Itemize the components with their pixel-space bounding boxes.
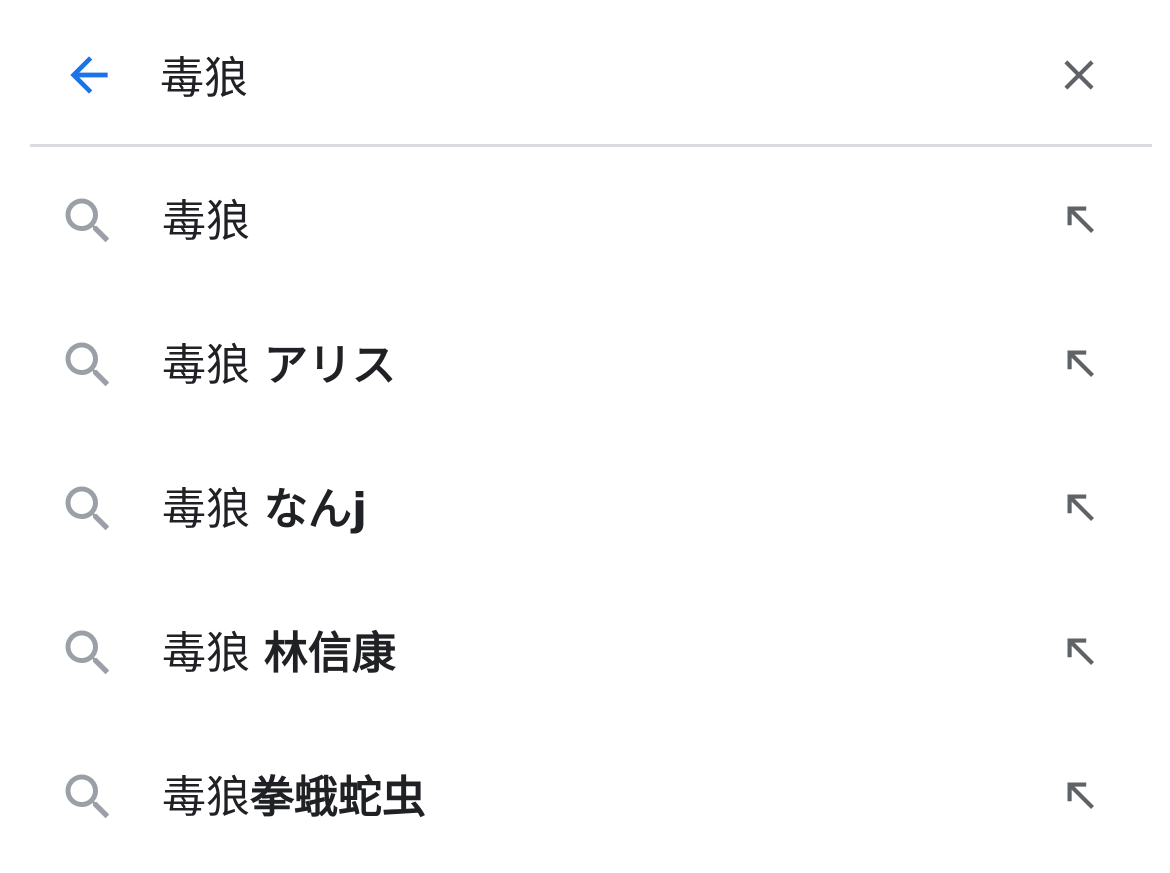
- suggestion-item[interactable]: 毒狼: [0, 147, 1170, 291]
- search-icon: [65, 774, 110, 819]
- arrow-up-left-icon: [1067, 206, 1094, 233]
- fill-query-button[interactable]: [1050, 189, 1110, 249]
- back-button[interactable]: [56, 42, 122, 108]
- suggestion-completion: なんj: [264, 484, 368, 535]
- search-input[interactable]: [160, 38, 1020, 110]
- suggestion-completion: アリス: [264, 340, 396, 391]
- arrow-up-left-icon: [1067, 782, 1094, 809]
- suggestion-query-part: 毒狼: [162, 772, 250, 823]
- arrow-up-left-icon: [1067, 494, 1094, 521]
- suggestion-text: 毒狼 林信康: [162, 619, 396, 689]
- search-bar: [0, 0, 1170, 146]
- suggestion-text: 毒狼 なんj: [162, 475, 367, 545]
- suggestion-query-part: 毒狼: [162, 484, 264, 535]
- suggestion-query-part: 毒狼: [162, 340, 264, 391]
- suggestion-text: 毒狼 アリス: [162, 331, 396, 401]
- fill-query-button[interactable]: [1050, 333, 1110, 393]
- suggestion-item[interactable]: 毒狼 アリス: [0, 291, 1170, 435]
- suggestion-text: 毒狼拳蛾蛇虫: [162, 763, 426, 833]
- fill-query-button[interactable]: [1050, 765, 1110, 825]
- suggestion-text: 毒狼: [162, 187, 250, 257]
- arrow-up-left-icon: [1067, 638, 1094, 665]
- search-icon: [65, 198, 110, 243]
- fill-query-button[interactable]: [1050, 621, 1110, 681]
- arrow-up-left-icon: [1067, 350, 1094, 377]
- search-icon: [65, 486, 110, 531]
- fill-query-button[interactable]: [1050, 477, 1110, 537]
- search-icon: [65, 630, 110, 675]
- clear-button[interactable]: [1046, 42, 1112, 108]
- suggestion-query-part: 毒狼: [162, 196, 250, 247]
- suggestion-item[interactable]: 毒狼拳蛾蛇虫: [0, 723, 1170, 867]
- suggestion-item[interactable]: 毒狼 なんj: [0, 435, 1170, 579]
- suggestion-completion: 拳蛾蛇虫: [250, 772, 426, 823]
- suggestion-item[interactable]: 毒狼 林信康: [0, 579, 1170, 723]
- suggestion-completion: 林信康: [264, 628, 396, 679]
- suggestion-list: 毒狼 毒狼 アリス 毒狼 なんj 毒狼 林信康 毒狼拳蛾蛇虫: [0, 147, 1170, 867]
- close-icon: [1064, 60, 1094, 90]
- search-icon: [65, 342, 110, 387]
- suggestion-query-part: 毒狼: [162, 628, 264, 679]
- arrow-left-icon: [70, 56, 108, 94]
